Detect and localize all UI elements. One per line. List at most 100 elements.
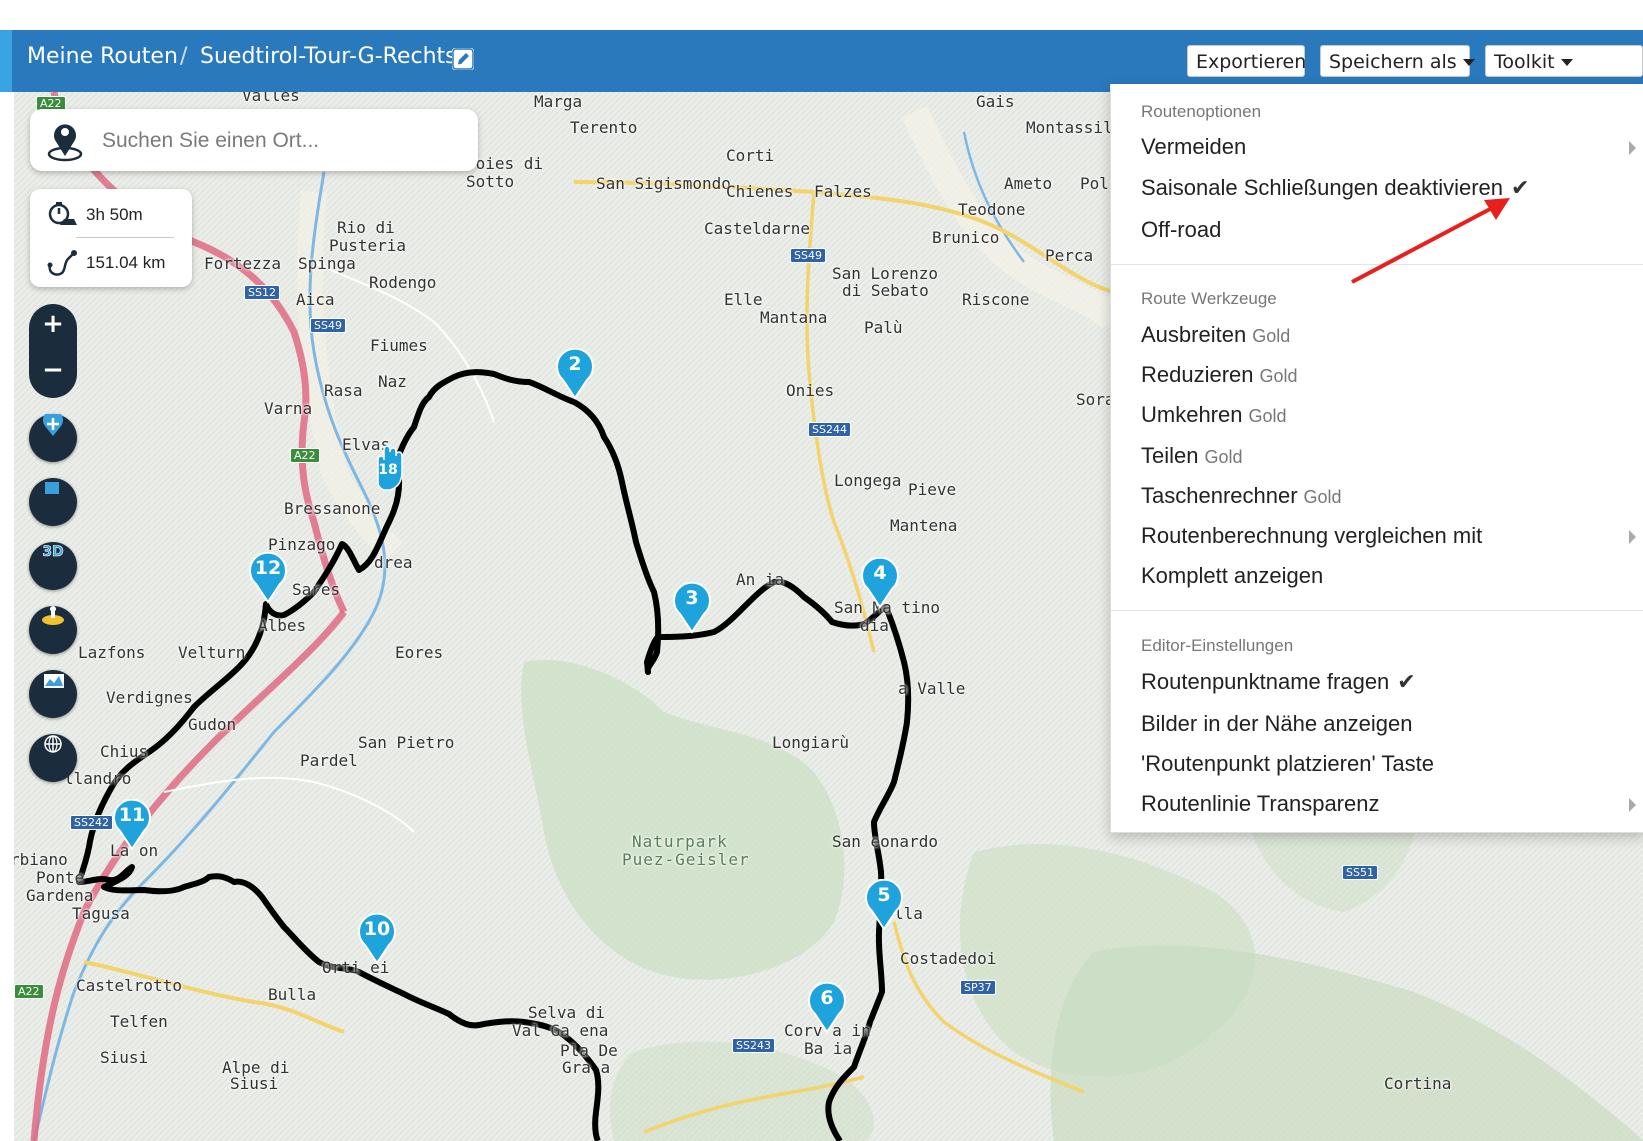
menu-item-offroad[interactable]: Off-road	[1141, 217, 1221, 243]
3d-view-button[interactable]: 3D	[29, 542, 77, 590]
menu-section-editor-settings: Editor-Einstellungen	[1141, 636, 1294, 655]
menu-item-label: Routenlinie Transparenz	[1141, 791, 1380, 816]
breadcrumb-route-name: Suedtirol-Tour-G-Rechts	[200, 44, 457, 69]
place-label: Cortina	[1384, 1074, 1452, 1093]
place-label: Corti	[726, 146, 775, 165]
place-label: Longiarù	[772, 733, 850, 752]
caret-down-icon	[1560, 59, 1573, 66]
elevation-chart-icon	[44, 674, 64, 688]
place-label: Siusi	[230, 1074, 279, 1093]
menu-item-show-all[interactable]: Komplett anzeigen	[1141, 563, 1323, 589]
place-label: Costadedoi	[900, 949, 997, 968]
menu-item-reverse[interactable]: Umkehren Gold	[1141, 402, 1287, 428]
place-label: Ameto	[1004, 174, 1053, 193]
road-sign: SS49	[790, 248, 826, 263]
breadcrumb-separator: /	[180, 44, 188, 69]
waypoint-marker[interactable]: 11	[112, 798, 152, 851]
select-area-button[interactable]	[29, 478, 77, 526]
zoom-out-button[interactable]: −	[29, 350, 77, 396]
toolkit-label: Toolkit	[1494, 51, 1555, 73]
menu-item-calculator[interactable]: Taschenrechner Gold	[1141, 483, 1342, 509]
menu-item-split[interactable]: Teilen Gold	[1141, 443, 1243, 469]
save-as-label: Speichern als	[1329, 51, 1457, 73]
place-label: Onies	[786, 381, 835, 400]
waypoint-marker[interactable]: 6	[807, 981, 847, 1034]
waypoint-hand-marker[interactable]: 18	[368, 442, 408, 494]
waypoint-marker[interactable]: 12	[248, 551, 288, 604]
save-as-dropdown-button[interactable]: Speichern als	[1320, 45, 1475, 77]
menu-item-route-line-transparency[interactable]: Routenlinie Transparenz	[1141, 791, 1379, 817]
location-search-box	[30, 109, 478, 171]
place-label: San eonardo	[832, 832, 938, 851]
menu-item-expand[interactable]: Ausbreiten Gold	[1141, 322, 1290, 348]
place-label: Montassilo	[1026, 118, 1123, 137]
export-button[interactable]: Exportieren	[1187, 45, 1307, 77]
search-input[interactable]	[100, 123, 464, 159]
road-sign: SS244	[808, 422, 851, 437]
place-label: Marga	[534, 92, 583, 111]
waypoint-number: 2	[568, 353, 582, 375]
menu-section-route-tools: Route Werkzeuge	[1141, 289, 1277, 308]
place-label: Telfen	[110, 1012, 168, 1031]
place-label: Longega	[834, 471, 902, 490]
layers-globe-button[interactable]	[29, 734, 77, 782]
submenu-arrow-icon	[1629, 798, 1636, 812]
route-distance-icon	[47, 250, 77, 276]
street-view-button[interactable]	[29, 606, 77, 654]
waypoint-number: 18	[378, 462, 398, 478]
place-label: Eores	[395, 643, 444, 662]
menu-item-label: Reduzieren	[1141, 362, 1254, 387]
menu-item-ask-waypoint-name[interactable]: Routenpunktname fragen ✔	[1141, 669, 1416, 695]
waypoint-marker[interactable]: 4	[860, 556, 900, 609]
add-waypoint-button[interactable]	[29, 414, 77, 462]
road-sign: SS49	[310, 318, 346, 333]
menu-item-label: 'Routenpunkt platzieren' Taste	[1141, 751, 1434, 776]
menu-item-label: Routenpunktname fragen	[1141, 669, 1390, 694]
place-label: Albes	[258, 616, 307, 635]
place-label: Gardena	[26, 886, 94, 905]
place-label: Rodengo	[369, 273, 437, 292]
map-pin-search-icon[interactable]	[46, 118, 84, 162]
breadcrumb-my-routes[interactable]: Meine Routen	[27, 44, 178, 69]
toolkit-dropdown-button[interactable]: Toolkit	[1485, 45, 1643, 77]
menu-item-reduce[interactable]: Reduzieren Gold	[1141, 362, 1298, 388]
place-label: Pieve	[908, 480, 957, 499]
submenu-arrow-icon	[1629, 141, 1636, 155]
menu-item-place-waypoint-button[interactable]: 'Routenpunkt platzieren' Taste	[1141, 751, 1434, 777]
place-label: Selva di	[528, 1003, 606, 1022]
export-button-label: Exportieren	[1196, 51, 1307, 73]
place-label: Pusteria	[329, 236, 407, 255]
place-label: Varna	[264, 399, 313, 418]
menu-item-seasonal-closures[interactable]: Saisonale Schließungen deaktivieren ✔	[1141, 175, 1529, 201]
place-label: a Valle	[898, 679, 966, 698]
gold-badge: Gold	[1252, 326, 1291, 346]
place-label: Pardel	[300, 751, 358, 770]
checkmark-icon: ✔	[1511, 175, 1530, 200]
place-label: Puez-Geisler	[622, 850, 750, 869]
menu-item-label: Vermeiden	[1141, 134, 1247, 159]
waypoint-marker[interactable]: 10	[357, 912, 397, 965]
place-label: Elle	[724, 290, 763, 309]
waypoint-marker[interactable]: 2	[555, 347, 595, 400]
zoom-in-button[interactable]: +	[29, 304, 77, 350]
place-label: Sotto	[466, 172, 515, 191]
place-label: Val Ga ena	[512, 1021, 609, 1040]
elevation-profile-button[interactable]	[29, 670, 77, 718]
place-label: Gais	[976, 92, 1015, 111]
waypoint-number: 11	[118, 804, 146, 826]
place-label: Castelrotto	[76, 976, 182, 995]
menu-divider	[1111, 610, 1643, 611]
distance-value: 151.04 km	[86, 253, 166, 272]
menu-item-avoid[interactable]: Vermeiden	[1141, 134, 1246, 160]
menu-item-nearby-images[interactable]: Bilder in der Nähe anzeigen	[1141, 711, 1413, 737]
menu-section-route-options: Routenoptionen	[1141, 102, 1262, 121]
place-label: Tagusa	[72, 904, 130, 923]
menu-item-compare-routing[interactable]: Routenberechnung vergleichen mit	[1141, 523, 1482, 549]
road-sign: SS51	[1342, 865, 1378, 880]
gold-badge: Gold	[1259, 366, 1298, 386]
place-label: rbiano	[14, 850, 68, 869]
waypoint-marker[interactable]: 3	[672, 581, 712, 634]
edit-pencil-icon[interactable]	[452, 48, 474, 70]
waypoint-marker[interactable]: 5	[864, 878, 904, 931]
place-label: dia	[860, 616, 889, 635]
